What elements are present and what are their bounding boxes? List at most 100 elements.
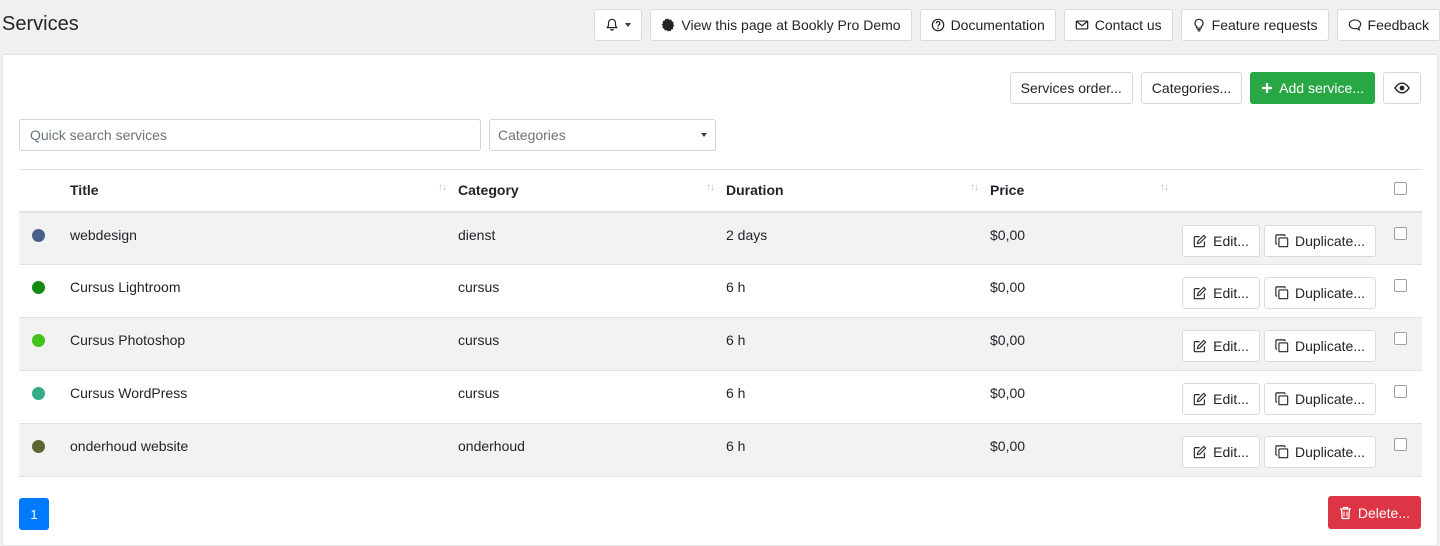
envelope-icon [1075,20,1089,30]
service-color-dot [32,387,45,400]
edit-button[interactable]: Edit... [1182,383,1260,415]
title-cell: Cursus WordPress [70,370,458,424]
duplicate-label: Duplicate... [1294,391,1365,407]
table-row: Cursus Photoshop cursus 6 h $0,00 Edit..… [19,317,1422,371]
actions-column-header [1180,169,1376,213]
service-price: $0,00 [990,438,1026,454]
feedback-button[interactable]: Feedback [1336,9,1440,41]
service-price: $0,00 [990,279,1026,295]
copy-icon [1275,339,1289,353]
sort-icon: ↑↓ [1160,182,1169,193]
edit-button[interactable]: Edit... [1182,436,1260,468]
services-order-button[interactable]: Services order... [1009,72,1133,104]
service-title: onderhoud website [70,438,189,454]
edit-label: Edit... [1213,338,1249,354]
service-duration: 6 h [726,332,746,348]
lightbulb-icon [1194,18,1204,32]
duration-cell: 6 h [726,370,990,424]
card-actions: Services order... Categories... Add serv… [1009,72,1421,104]
column-label: Price [990,182,1025,199]
edit-icon [1193,445,1207,459]
title-cell: Cursus Lightroom [70,264,458,318]
question-circle-icon [931,18,944,32]
edit-button[interactable]: Edit... [1182,277,1260,309]
category-cell: cursus [458,370,726,424]
pagination-page-button[interactable]: 1 [19,498,49,530]
edit-icon [1193,286,1207,300]
service-price: $0,00 [990,385,1026,401]
service-color-dot [32,440,45,453]
add-service-button[interactable]: Add service... [1250,72,1375,104]
delete-label: Delete... [1357,504,1410,521]
search-input[interactable] [19,119,481,151]
duplicate-label: Duplicate... [1294,285,1365,301]
row-actions: Edit... Duplicate... [1180,277,1376,309]
service-title: Cursus Lightroom [70,279,181,295]
category-cell: cursus [458,317,726,371]
trash-icon [1339,506,1351,519]
documentation-button[interactable]: Documentation [919,9,1056,41]
service-category: cursus [458,332,500,348]
price-cell: $0,00 [990,211,1180,265]
edit-label: Edit... [1213,391,1249,407]
category-column-header[interactable]: Category ↑↓ [458,169,726,213]
edit-button[interactable]: Edit... [1182,224,1260,257]
notifications-button[interactable] [594,9,643,41]
color-cell [19,264,70,318]
table-row: onderhoud website onderhoud 6 h $0,00 Ed… [19,423,1422,477]
price-column-header[interactable]: Price ↑↓ [990,169,1180,213]
duplicate-button[interactable]: Duplicate... [1263,436,1376,468]
duration-cell: 6 h [726,317,990,371]
duration-cell: 6 h [726,423,990,477]
duration-cell: 2 days [726,211,990,265]
copy-icon [1275,445,1289,459]
categories-button[interactable]: Categories... [1140,72,1243,104]
service-duration: 6 h [726,438,746,454]
delete-button[interactable]: Delete... [1327,496,1421,529]
duplicate-button[interactable]: Duplicate... [1263,330,1376,362]
documentation-label: Documentation [950,17,1045,33]
service-title: webdesign [70,226,137,243]
service-title: Cursus WordPress [70,385,188,401]
row-checkbox[interactable] [1394,438,1407,451]
row-checkbox[interactable] [1394,279,1407,292]
category-select[interactable]: Categories [489,119,716,151]
duplicate-button[interactable]: Duplicate... [1263,383,1376,415]
plus-icon [1262,83,1273,93]
table-row: Cursus WordPress cursus 6 h $0,00 Edit..… [19,370,1422,424]
chevron-down-icon [625,23,632,27]
page-title: Services [2,13,79,35]
duplicate-button[interactable]: Duplicate... [1263,224,1376,257]
service-duration: 6 h [726,279,746,295]
actions-cell: Edit... Duplicate... [1180,211,1376,265]
service-category: onderhoud [458,438,525,454]
sort-icon: ↑↓ [438,182,447,193]
row-checkbox[interactable] [1394,385,1407,398]
title-cell: webdesign [70,211,458,265]
chat-icon [1348,19,1361,31]
select-cell [1376,211,1422,265]
service-duration: 6 h [726,385,746,401]
sort-icon: ↑↓ [706,182,715,193]
row-checkbox[interactable] [1394,226,1407,240]
service-category: dienst [458,226,496,243]
select-all-checkbox[interactable] [1394,182,1407,196]
service-color-dot [32,281,45,294]
title-column-header[interactable]: Title ↑↓ [70,169,458,213]
feature-requests-button[interactable]: Feature requests [1180,9,1329,41]
select-cell [1376,423,1422,477]
contact-us-button[interactable]: Contact us [1063,9,1173,41]
actions-cell: Edit... Duplicate... [1180,423,1376,477]
services-table: Title ↑↓ Category ↑↓ Duration ↑↓ Price ↑↓ we… [19,169,1422,477]
edit-button[interactable]: Edit... [1182,330,1260,362]
duplicate-label: Duplicate... [1294,232,1365,249]
edit-icon [1193,339,1207,353]
column-visibility-button[interactable] [1383,72,1421,104]
color-column-header [19,169,70,213]
copy-icon [1275,392,1289,406]
sort-icon: ↑↓ [970,182,979,193]
duration-column-header[interactable]: Duration ↑↓ [726,169,990,213]
view-demo-button[interactable]: View this page at Bookly Pro Demo [650,9,912,41]
duplicate-button[interactable]: Duplicate... [1263,277,1376,309]
row-checkbox[interactable] [1394,332,1407,345]
